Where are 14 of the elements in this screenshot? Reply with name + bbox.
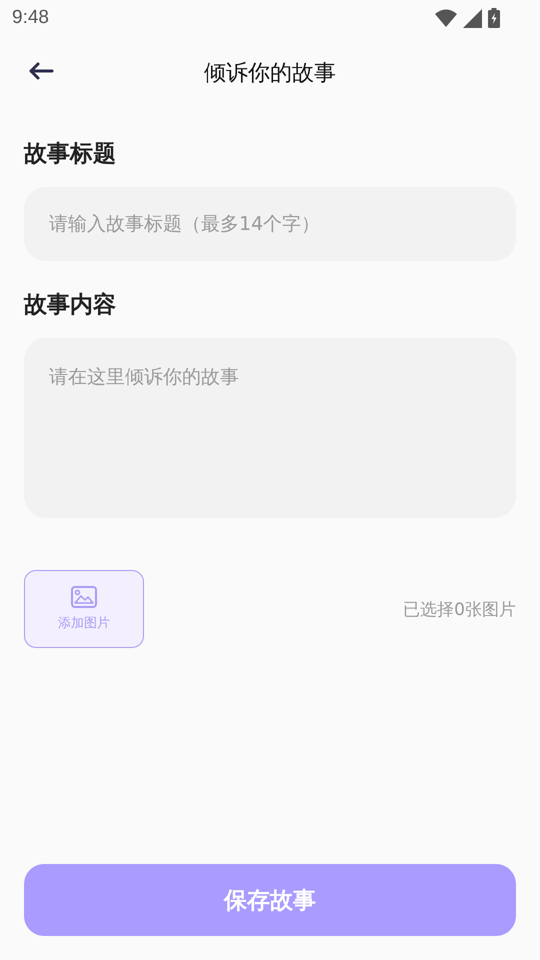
- add-image-button[interactable]: 添加图片: [24, 570, 144, 648]
- signal-icon: [463, 8, 482, 28]
- image-icon: [71, 586, 97, 608]
- page-title: 倾诉你的故事: [204, 60, 336, 88]
- title-input-field[interactable]: 请输入故事标题（最多14个字）: [24, 187, 516, 261]
- section-label: 故事标题: [24, 140, 117, 169]
- image-count-text: 已选择0张图片: [403, 598, 516, 620]
- wifi-icon: [435, 9, 457, 27]
- battery-icon: [488, 8, 500, 28]
- status-time: 9:48: [12, 7, 49, 29]
- section-label: 故事内容: [24, 291, 117, 320]
- save-button[interactable]: 保存故事: [24, 864, 516, 936]
- content-input-field[interactable]: 请在这里倾诉你的故事: [24, 338, 516, 518]
- back-button[interactable]: [28, 62, 54, 80]
